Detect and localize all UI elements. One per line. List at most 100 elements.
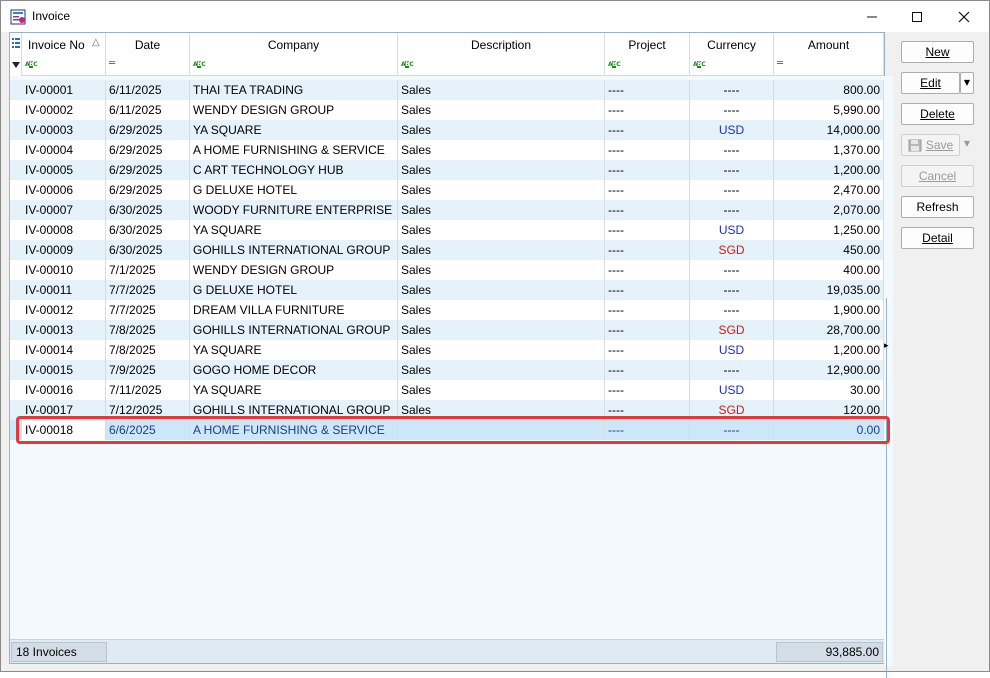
cell-desc[interactable]: Sales <box>398 340 605 360</box>
cell-currency[interactable]: USD <box>690 220 774 240</box>
cell-desc[interactable]: Sales <box>398 280 605 300</box>
cell-no[interactable]: IV-00005 <box>22 160 106 180</box>
cell-project[interactable]: ---- <box>605 100 690 120</box>
cell-project[interactable]: ---- <box>605 340 690 360</box>
cell-project[interactable]: ---- <box>605 180 690 200</box>
cell-company[interactable]: C ART TECHNOLOGY HUB <box>190 160 398 180</box>
cell-no[interactable]: IV-00008 <box>22 220 106 240</box>
cell-no[interactable]: IV-00007 <box>22 200 106 220</box>
cell-amount[interactable]: 30.00 <box>774 380 884 400</box>
cell-company[interactable]: G DELUXE HOTEL <box>190 180 398 200</box>
table-row[interactable]: IV-00011 7/7/2025 G DELUXE HOTEL Sales ---- -… <box>10 280 884 300</box>
cell-currency[interactable]: ---- <box>690 300 774 320</box>
cell-company[interactable]: YA SQUARE <box>190 340 398 360</box>
cell-no[interactable]: IV-00016 <box>22 380 106 400</box>
cancel-button[interactable]: Cancel <box>901 165 974 187</box>
equals-filter-icon[interactable]: ═ <box>109 59 121 70</box>
cell-desc[interactable]: Sales <box>398 300 605 320</box>
cell-no[interactable]: IV-00013 <box>22 320 106 340</box>
cell-currency[interactable]: ---- <box>690 180 774 200</box>
cell-amount[interactable]: 28,700.00 <box>774 320 884 340</box>
column-header-no[interactable]: Invoice No △ ABC <box>22 33 106 76</box>
column-header-date[interactable]: Date ═ <box>106 33 190 76</box>
cell-desc[interactable]: Sales <box>398 100 605 120</box>
cell-company[interactable]: YA SQUARE <box>190 220 398 240</box>
cell-company[interactable]: GOHILLS INTERNATIONAL GROUP <box>190 320 398 340</box>
table-row[interactable]: IV-00017 7/12/2025 GOHILLS INTERNATIONAL G… <box>10 400 884 420</box>
cell-date[interactable]: 6/30/2025 <box>106 220 190 240</box>
table-row[interactable]: IV-00006 6/29/2025 G DELUXE HOTEL Sales ----… <box>10 180 884 200</box>
cell-date[interactable]: 7/1/2025 <box>106 260 190 280</box>
cell-date[interactable]: 7/12/2025 <box>106 400 190 420</box>
table-row[interactable]: IV-00002 6/11/2025 WENDY DESIGN GROUP Sales… <box>10 100 884 120</box>
cell-no[interactable]: IV-00002 <box>22 100 106 120</box>
cell-amount[interactable]: 400.00 <box>774 260 884 280</box>
cell-project[interactable]: ---- <box>605 220 690 240</box>
cell-no[interactable]: IV-00004 <box>22 140 106 160</box>
cell-date[interactable]: 6/6/2025 <box>106 420 190 440</box>
cell-date[interactable]: 6/29/2025 <box>106 180 190 200</box>
cell-project[interactable]: ---- <box>605 320 690 340</box>
close-button[interactable] <box>941 1 987 32</box>
cell-no[interactable]: IV-00009 <box>22 240 106 260</box>
cell-desc[interactable]: Sales <box>398 320 605 340</box>
cell-project[interactable]: ---- <box>605 400 690 420</box>
cell-company[interactable]: WENDY DESIGN GROUP <box>190 100 398 120</box>
cell-currency[interactable]: ---- <box>690 280 774 300</box>
cell-date[interactable]: 7/9/2025 <box>106 360 190 380</box>
cell-date[interactable]: 6/30/2025 <box>106 240 190 260</box>
cell-project[interactable]: ---- <box>605 160 690 180</box>
cell-desc[interactable] <box>398 420 605 440</box>
cell-company[interactable]: YA SQUARE <box>190 380 398 400</box>
cell-amount[interactable]: 1,200.00 <box>774 160 884 180</box>
cell-no[interactable]: IV-00015 <box>22 360 106 380</box>
cell-project[interactable]: ---- <box>605 260 690 280</box>
cell-company[interactable]: GOHILLS INTERNATIONAL GROUP <box>190 400 398 420</box>
cell-amount[interactable]: 2,070.00 <box>774 200 884 220</box>
cell-company[interactable]: GOGO HOME DECOR <box>190 360 398 380</box>
cell-currency[interactable]: ---- <box>690 200 774 220</box>
table-row[interactable]: IV-00008 6/30/2025 YA SQUARE Sales ---- USD 1,… <box>10 220 884 240</box>
table-row[interactable]: IV-00001 6/11/2025 THAI TEA TRADING Sales --… <box>10 80 884 100</box>
new-button[interactable]: New <box>901 41 974 63</box>
cell-company[interactable]: THAI TEA TRADING <box>190 80 398 100</box>
cell-desc[interactable]: Sales <box>398 120 605 140</box>
cell-amount[interactable]: 0.00 <box>774 420 884 440</box>
cell-amount[interactable]: 14,000.00 <box>774 120 884 140</box>
cell-currency[interactable]: USD <box>690 120 774 140</box>
cell-date[interactable]: 7/11/2025 <box>106 380 190 400</box>
table-row[interactable]: IV-00015 7/9/2025 GOGO HOME DECOR Sales ----… <box>10 360 884 380</box>
column-header-project[interactable]: Project ABC <box>605 33 690 76</box>
cell-currency[interactable]: ---- <box>690 100 774 120</box>
cell-company[interactable]: YA SQUARE <box>190 120 398 140</box>
cell-project[interactable]: ---- <box>605 120 690 140</box>
cell-date[interactable]: 6/11/2025 <box>106 100 190 120</box>
scrollbar-thumb[interactable] <box>886 298 890 678</box>
cell-desc[interactable]: Sales <box>398 180 605 200</box>
cell-no[interactable]: IV-00012 <box>22 300 106 320</box>
sort-ascending-icon[interactable]: △ <box>92 37 100 48</box>
cell-desc[interactable]: Sales <box>398 260 605 280</box>
table-row[interactable]: IV-00016 7/11/2025 YA SQUARE Sales ---- USD 30… <box>10 380 884 400</box>
minimize-button[interactable] <box>849 1 895 32</box>
column-header-desc[interactable]: Description ABC <box>398 33 605 76</box>
cell-desc[interactable]: Sales <box>398 160 605 180</box>
column-header-currency[interactable]: Currency ABC <box>690 33 774 76</box>
cell-amount[interactable]: 800.00 <box>774 80 884 100</box>
cell-project[interactable]: ---- <box>605 280 690 300</box>
table-row[interactable]: IV-00007 6/30/2025 WOODY FURNITURE ENTERPR… <box>10 200 884 220</box>
cell-company[interactable]: WOODY FURNITURE ENTERPRISE <box>190 200 398 220</box>
cell-no[interactable]: IV-00003 <box>22 120 106 140</box>
maximize-button[interactable] <box>894 1 940 32</box>
cell-amount[interactable]: 1,250.00 <box>774 220 884 240</box>
detail-button[interactable]: Detail <box>901 227 974 249</box>
cell-date[interactable]: 6/11/2025 <box>106 80 190 100</box>
cell-date[interactable]: 7/8/2025 <box>106 340 190 360</box>
cell-desc[interactable]: Sales <box>398 80 605 100</box>
table-row[interactable]: IV-00004 6/29/2025 A HOME FURNISHING & SER… <box>10 140 884 160</box>
cell-project[interactable]: ---- <box>605 80 690 100</box>
cell-currency[interactable]: SGD <box>690 400 774 420</box>
table-row[interactable]: IV-00014 7/8/2025 YA SQUARE Sales ---- USD 1,2… <box>10 340 884 360</box>
cell-currency[interactable]: USD <box>690 380 774 400</box>
cell-currency[interactable]: SGD <box>690 240 774 260</box>
